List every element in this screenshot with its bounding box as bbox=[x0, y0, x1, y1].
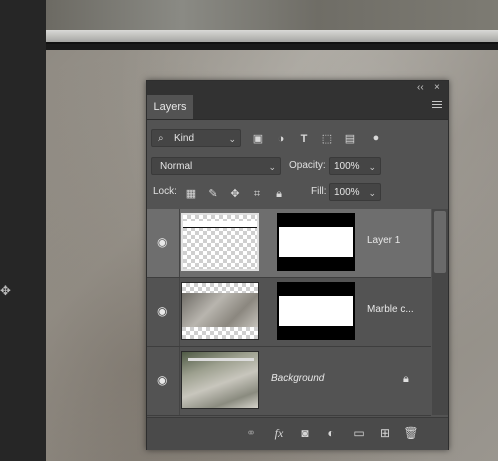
lock-all-icon[interactable]: 🔒︎ bbox=[273, 187, 285, 201]
lock-icon: 🔒︎ bbox=[403, 373, 409, 385]
type-filter-icon[interactable]: T bbox=[297, 132, 311, 146]
visibility-column[interactable]: ◉ bbox=[147, 209, 180, 277]
lock-transparent-pixels-icon[interactable]: ▦ bbox=[185, 187, 197, 201]
chevron-down-icon[interactable]: ⌄ bbox=[368, 184, 376, 202]
panel-titlebar[interactable]: ‹‹ × bbox=[147, 81, 448, 95]
delete-layer-icon[interactable]: 🗑︎ bbox=[403, 426, 419, 440]
visibility-column[interactable]: ◉ bbox=[147, 278, 180, 346]
layer-name[interactable]: Marble c... bbox=[367, 304, 414, 315]
scrollbar-track[interactable] bbox=[432, 209, 448, 415]
tab-layers[interactable]: Layers bbox=[147, 95, 193, 119]
chevron-down-icon[interactable]: ⌄ bbox=[368, 158, 376, 176]
fill-value: 100% bbox=[334, 187, 360, 198]
filter-kind-dropdown[interactable]: ⌕ Kind ⌄ bbox=[151, 129, 241, 147]
layer-thumbnail[interactable] bbox=[181, 351, 259, 409]
search-icon: ⌕ bbox=[158, 133, 164, 144]
canvas-image-top bbox=[46, 0, 498, 32]
filter-kind-label: Kind bbox=[174, 133, 195, 144]
workspace-left-strip bbox=[0, 0, 46, 461]
mask-white-area bbox=[279, 296, 353, 326]
layers-panel: ‹‹ × Layers ⌕ Kind ⌄ ▣ ◑ T ⬚ ▤ ● Normal … bbox=[146, 80, 449, 450]
layer-row[interactable]: ◉ Layer 1 bbox=[147, 209, 431, 278]
panel-footer: ⚭ fx ◙ ◐ ▭ ⊞ 🗑︎ bbox=[147, 417, 448, 450]
move-cursor-icon: ✥ bbox=[0, 283, 11, 298]
blend-mode-value: Normal bbox=[160, 161, 193, 172]
blend-row: Normal ⌄ Opacity: 100% ⌄ bbox=[147, 155, 448, 177]
marble-image-area bbox=[182, 293, 258, 327]
filter-toggle-icon[interactable]: ● bbox=[371, 131, 381, 145]
thumbnail-detail bbox=[188, 358, 254, 361]
fill-label: Fill: bbox=[311, 186, 327, 197]
lock-artboard-icon[interactable]: ⌗ bbox=[251, 187, 263, 201]
opacity-field[interactable]: 100% ⌄ bbox=[329, 157, 381, 175]
new-adjustment-icon[interactable]: ◐ bbox=[323, 426, 339, 440]
smart-object-filter-icon[interactable]: ▤ bbox=[343, 132, 357, 146]
image-filter-icon[interactable]: ▣ bbox=[251, 132, 265, 146]
chevron-down-icon: ⌄ bbox=[268, 162, 276, 172]
blend-mode-dropdown[interactable]: Normal ⌄ bbox=[151, 157, 281, 175]
lock-row: Lock: ▦ ✎ ✥ ⌗ 🔒︎ Fill: 100% ⌄ bbox=[147, 181, 448, 203]
layer-mask-thumbnail[interactable] bbox=[277, 282, 355, 340]
opacity-value: 100% bbox=[334, 161, 360, 172]
visibility-column[interactable]: ◉ bbox=[147, 347, 180, 415]
scrollbar-thumb[interactable] bbox=[434, 211, 446, 273]
panel-tab-row: Layers bbox=[147, 95, 448, 120]
eye-icon[interactable]: ◉ bbox=[157, 373, 167, 387]
lock-label: Lock: bbox=[153, 186, 177, 197]
layer-thumbnail[interactable] bbox=[181, 213, 259, 271]
close-panel-icon[interactable]: × bbox=[434, 81, 440, 95]
new-group-icon[interactable]: ▭ bbox=[351, 426, 367, 440]
collapse-panel-icon[interactable]: ‹‹ bbox=[417, 81, 424, 95]
layers-list: ◉ Layer 1 ◉ Marble c... ◉ Background 🔒︎ bbox=[147, 209, 448, 416]
canvas-frame-bar bbox=[46, 30, 498, 44]
lock-image-pixels-icon[interactable]: ✎ bbox=[207, 187, 219, 201]
chevron-down-icon: ⌄ bbox=[228, 134, 236, 144]
layer-row[interactable]: ◉ Background 🔒︎ bbox=[147, 347, 431, 416]
add-mask-icon[interactable]: ◙ bbox=[297, 426, 313, 440]
mask-white-area bbox=[279, 227, 353, 257]
adjustment-filter-icon[interactable]: ◑ bbox=[274, 132, 288, 146]
filter-row: ⌕ Kind ⌄ ▣ ◑ T ⬚ ▤ ● bbox=[147, 127, 448, 151]
lock-position-icon[interactable]: ✥ bbox=[229, 187, 241, 201]
layer-thumbnail[interactable] bbox=[181, 282, 259, 340]
layer-row[interactable]: ◉ Marble c... bbox=[147, 278, 431, 347]
new-layer-icon[interactable]: ⊞ bbox=[377, 426, 393, 440]
shape-filter-icon[interactable]: ⬚ bbox=[320, 132, 334, 146]
fx-icon[interactable]: fx bbox=[271, 426, 287, 440]
thumbnail-edge bbox=[183, 221, 257, 228]
link-layers-icon[interactable]: ⚭ bbox=[243, 426, 259, 440]
layer-mask-thumbnail[interactable] bbox=[277, 213, 355, 271]
layer-name[interactable]: Layer 1 bbox=[367, 235, 400, 246]
eye-icon[interactable]: ◉ bbox=[157, 304, 167, 318]
canvas-frame-line bbox=[46, 44, 498, 50]
layer-name[interactable]: Background bbox=[271, 373, 324, 384]
panel-menu-icon[interactable] bbox=[432, 101, 442, 111]
eye-icon[interactable]: ◉ bbox=[157, 235, 167, 249]
opacity-label: Opacity: bbox=[289, 160, 326, 171]
fill-field[interactable]: 100% ⌄ bbox=[329, 183, 381, 201]
